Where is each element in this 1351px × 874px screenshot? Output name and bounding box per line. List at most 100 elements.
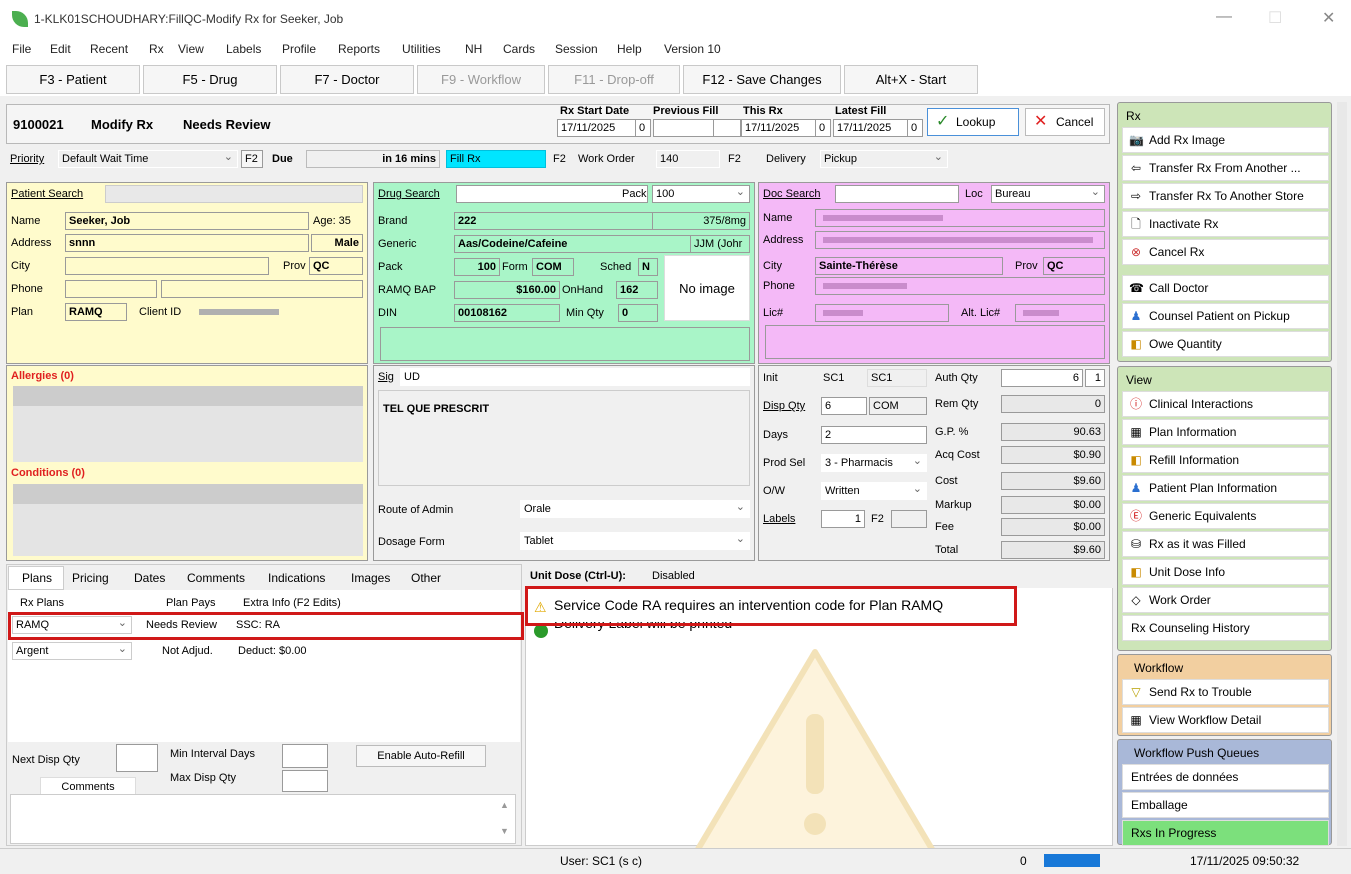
transfer-to-button[interactable]: ⇨ Transfer Rx To Another Store xyxy=(1122,183,1329,209)
conditions-list[interactable] xyxy=(13,484,363,504)
sig-code-field[interactable]: UD xyxy=(400,368,750,386)
menu-profile[interactable]: Profile xyxy=(282,42,316,56)
send-rx-to-trouble-button[interactable]: ▽ Send Rx to Trouble xyxy=(1122,679,1329,705)
days-field[interactable]: 2 xyxy=(821,426,927,444)
plan-information-button[interactable]: ▦ Plan Information xyxy=(1122,419,1329,445)
minimize-icon[interactable]: — xyxy=(1216,8,1232,26)
phone-field-2[interactable] xyxy=(161,280,363,298)
menu-labels[interactable]: Labels xyxy=(226,42,261,56)
priority-select[interactable]: Default Wait Time xyxy=(58,150,238,168)
menu-help[interactable]: Help xyxy=(617,42,642,56)
tab-pricing[interactable]: Pricing xyxy=(72,571,109,585)
menu-rx[interactable]: Rx xyxy=(149,42,164,56)
comments-textarea[interactable] xyxy=(10,794,516,844)
lookup-button[interactable]: ✓ Lookup xyxy=(927,108,1019,136)
counsel-patient-button[interactable]: ♟ Counsel Patient on Pickup xyxy=(1122,303,1329,329)
doctor-prov-field[interactable]: QC xyxy=(1043,257,1105,275)
loc-select[interactable]: Bureau xyxy=(991,185,1105,203)
save-changes-button[interactable]: F12 - Save Changes xyxy=(683,65,841,94)
pack-select[interactable]: 100 xyxy=(652,185,750,203)
tab-other[interactable]: Other xyxy=(411,571,441,585)
start-button[interactable]: Alt+X - Start xyxy=(844,65,978,94)
disp-qty-field[interactable]: 6 xyxy=(821,397,867,415)
doctor-search-input[interactable] xyxy=(835,185,959,203)
drug-search-input[interactable] xyxy=(456,185,648,203)
phone-field[interactable] xyxy=(65,280,157,298)
work-order-field[interactable]: 140 xyxy=(656,150,720,168)
cancel-button[interactable]: ✕ Cancel xyxy=(1025,108,1105,136)
city-field[interactable] xyxy=(65,257,269,275)
patient-plan-information-button[interactable]: ♟ Patient Plan Information xyxy=(1122,475,1329,501)
plan-field[interactable]: RAMQ xyxy=(65,303,127,321)
auth-qty-refills[interactable]: 1 xyxy=(1085,369,1105,387)
rx-as-filled-button[interactable]: ⛁ Rx as it was Filled xyxy=(1122,531,1329,557)
menu-reports[interactable]: Reports xyxy=(338,42,380,56)
call-doctor-button[interactable]: ☎ Call Doctor xyxy=(1122,275,1329,301)
doctor-city-field[interactable]: Sainte-Thérèse xyxy=(815,257,1003,275)
tab-dates[interactable]: Dates xyxy=(134,571,165,585)
scroll-up-icon[interactable]: ▲ xyxy=(500,800,509,810)
work-order-button[interactable]: ◇ Work Order xyxy=(1122,587,1329,613)
menu-view[interactable]: View xyxy=(178,42,204,56)
clinical-interactions-button[interactable]: ⓘ Clinical Interactions xyxy=(1122,391,1329,417)
menu-cards[interactable]: Cards xyxy=(503,42,535,56)
priority-f2-button[interactable]: F2 xyxy=(241,150,263,168)
conditions-header[interactable]: Conditions (0) xyxy=(11,467,85,479)
this-rx-field[interactable]: 17/11/2025 xyxy=(741,119,825,137)
rx-counseling-history-button[interactable]: Rx Counseling History xyxy=(1122,615,1329,641)
dosage-form-select[interactable]: Tablet xyxy=(520,532,750,550)
menu-utilities[interactable]: Utilities xyxy=(402,42,441,56)
patient-search-input[interactable] xyxy=(105,185,363,203)
address-field[interactable]: snnn xyxy=(65,234,309,252)
queue-data-entry[interactable]: Entrées de données xyxy=(1122,764,1329,790)
route-select[interactable]: Orale xyxy=(520,500,750,518)
auth-qty-field[interactable]: 6 xyxy=(1001,369,1083,387)
scroll-down-icon[interactable]: ▼ xyxy=(500,826,509,836)
view-workflow-detail-button[interactable]: ▦ View Workflow Detail xyxy=(1122,707,1329,733)
generic-field[interactable]: Aas/Codeine/Cafeine xyxy=(454,235,692,253)
prov-field[interactable]: QC xyxy=(309,257,363,275)
start-date-field[interactable]: 17/11/2025 xyxy=(557,119,647,137)
sidebar-scrollbar[interactable] xyxy=(1337,102,1347,846)
allergies-header[interactable]: Allergies (0) xyxy=(11,370,74,382)
labels-field[interactable]: 1 xyxy=(821,510,865,528)
tab-comments[interactable]: Comments xyxy=(187,571,245,585)
tab-images[interactable]: Images xyxy=(351,571,390,585)
ow-select[interactable]: Written xyxy=(821,482,927,500)
transfer-from-button[interactable]: ⇦ Transfer Rx From Another ... xyxy=(1122,155,1329,181)
enable-auto-refill-button[interactable]: Enable Auto-Refill xyxy=(356,745,486,767)
previous-fill-field[interactable] xyxy=(653,119,715,137)
plan-row2-select[interactable]: Argent xyxy=(12,642,132,660)
drug-button[interactable]: F5 - Drug xyxy=(143,65,277,94)
generic-equivalents-button[interactable]: Ⓔ Generic Equivalents xyxy=(1122,503,1329,529)
menu-edit[interactable]: Edit xyxy=(50,42,71,56)
refill-information-button[interactable]: ◧ Refill Information xyxy=(1122,447,1329,473)
drug-image[interactable]: No image xyxy=(664,255,750,321)
queue-rxs-in-progress[interactable]: Rxs In Progress xyxy=(1122,820,1329,846)
next-disp-qty-field[interactable] xyxy=(116,744,158,772)
patient-name-field[interactable]: Seeker, Job xyxy=(65,212,309,230)
close-icon[interactable]: ✕ xyxy=(1322,8,1335,28)
menu-recent[interactable]: Recent xyxy=(90,42,128,56)
patient-button[interactable]: F3 - Patient xyxy=(6,65,140,94)
tab-plans[interactable]: Plans xyxy=(22,571,52,585)
allergies-list[interactable] xyxy=(13,386,363,406)
menu-file[interactable]: File xyxy=(12,42,31,56)
sig-text[interactable]: TEL QUE PRESCRIT xyxy=(378,390,750,486)
cancel-rx-button[interactable]: ⊗ Cancel Rx xyxy=(1122,239,1329,265)
menu-session[interactable]: Session xyxy=(555,42,598,56)
unit-dose-info-button[interactable]: ◧ Unit Dose Info xyxy=(1122,559,1329,585)
owe-quantity-button[interactable]: ◧ Owe Quantity xyxy=(1122,331,1329,357)
min-interval-field[interactable] xyxy=(282,744,328,768)
tab-indications[interactable]: Indications xyxy=(268,571,325,585)
maximize-icon[interactable]: ☐ xyxy=(1268,8,1282,28)
add-rx-image-button[interactable]: 📷 Add Rx Image xyxy=(1122,127,1329,153)
menu-version[interactable]: Version 10 xyxy=(664,42,721,56)
delivery-select[interactable]: Pickup xyxy=(820,150,948,168)
brand-field[interactable]: 222 xyxy=(454,212,680,230)
prod-sel-select[interactable]: 3 - Pharmacis xyxy=(821,454,927,472)
queue-packaging[interactable]: Emballage xyxy=(1122,792,1329,818)
latest-fill-field[interactable]: 17/11/2025 xyxy=(833,119,917,137)
doctor-button[interactable]: F7 - Doctor xyxy=(280,65,414,94)
inactivate-rx-button[interactable]: 🗋 Inactivate Rx xyxy=(1122,211,1329,237)
